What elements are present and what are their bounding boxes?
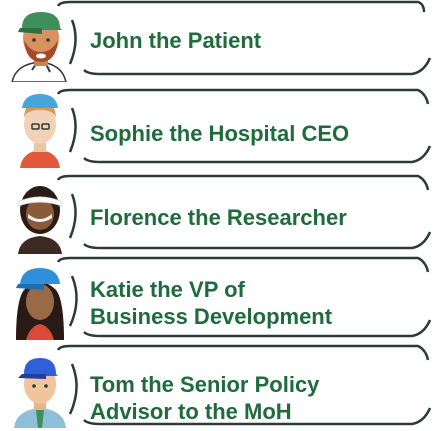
- persona-row-katie[interactable]: Katie the VP of Business Development: [0, 256, 433, 344]
- persona-name-label: John the Patient: [90, 28, 262, 53]
- persona-name-label: Katie the VP of Business Development: [90, 277, 333, 329]
- persona-row-tom[interactable]: Tom the Senior Policy Advisor to the MoH: [0, 344, 433, 431]
- researcher-avatar-icon: [17, 186, 63, 254]
- persona-row-john[interactable]: John the Patient: [0, 0, 433, 86]
- patient-avatar-icon: [11, 12, 67, 82]
- persona-name-label: Sophie the Hospital CEO: [90, 121, 350, 146]
- vp-business-development-avatar-icon: [16, 268, 64, 340]
- senior-policy-advisor-avatar-icon: [14, 358, 66, 428]
- persona-name-label: Florence the Researcher: [90, 205, 347, 230]
- persona-row-florence[interactable]: Florence the Researcher: [0, 174, 433, 256]
- persona-row-sophie[interactable]: Sophie the Hospital CEO: [0, 88, 433, 170]
- persona-name-label: Tom the Senior Policy Advisor to the MoH: [90, 372, 320, 424]
- hospital-ceo-avatar-icon: [20, 94, 60, 168]
